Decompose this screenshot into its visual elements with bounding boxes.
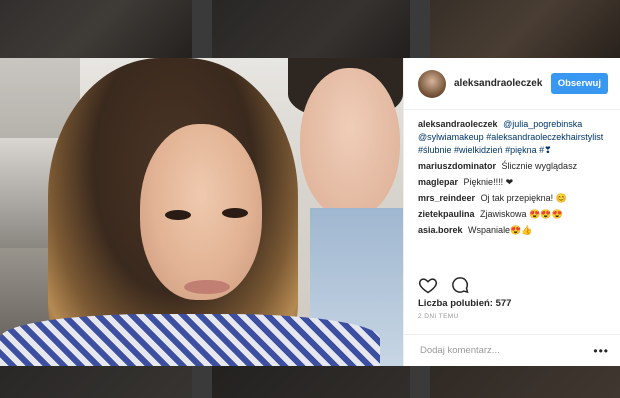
- post-side-panel: aleksandraoleczek Obserwuj aleksandraole…: [403, 58, 620, 366]
- comment-text: Zjawiskowa 😍😍😍: [480, 209, 563, 219]
- hashtag-link[interactable]: #wielkidzień: [454, 145, 503, 155]
- patterned-dress: [0, 314, 380, 366]
- background-photo-tile[interactable]: [430, 0, 620, 58]
- comment-icon[interactable]: [450, 275, 470, 295]
- comment-text: Pięknie!!!! ❤: [463, 177, 514, 187]
- comment-username[interactable]: mrs_reindeer: [418, 193, 475, 203]
- comment-username[interactable]: asia.borek: [418, 225, 463, 235]
- hashtag-link[interactable]: #❣: [539, 145, 552, 155]
- hashtag-link[interactable]: #ślubnie: [418, 145, 452, 155]
- comment-item: zietekpaulina Zjawiskowa 😍😍😍: [418, 208, 606, 221]
- background-photo-tile[interactable]: [212, 0, 410, 58]
- add-comment-bar: •••: [404, 334, 620, 366]
- comment-item: maglepar Pięknie!!!! ❤: [418, 176, 606, 189]
- mention-link[interactable]: @julia_pogrebinska: [503, 119, 582, 129]
- background-photo-tile[interactable]: [0, 366, 192, 398]
- post-header: aleksandraoleczek Obserwuj: [404, 58, 620, 110]
- comments-list: aleksandraoleczek @julia_pogrebinska @sy…: [404, 110, 620, 237]
- comment-text: Ślicznie wyglądasz: [501, 161, 578, 171]
- mention-link[interactable]: @sylwiamakeup: [418, 132, 484, 142]
- woman-eye-left: [165, 210, 191, 220]
- comment-username[interactable]: zietekpaulina: [418, 209, 475, 219]
- likes-count[interactable]: Liczba polubień: 577: [418, 298, 511, 309]
- heart-icon[interactable]: [418, 275, 438, 295]
- more-options-icon[interactable]: •••: [593, 344, 609, 358]
- add-comment-input[interactable]: [418, 344, 594, 357]
- woman-eye-right: [222, 208, 248, 218]
- comment-text: Oj tak przepiękna! 😊: [480, 193, 567, 203]
- comment-item: mrs_reindeer Oj tak przepiękna! 😊: [418, 192, 606, 205]
- caption: aleksandraoleczek @julia_pogrebinska @sy…: [418, 118, 606, 157]
- header-username[interactable]: aleksandraoleczek: [454, 78, 551, 89]
- friend-face: [300, 68, 400, 218]
- comment-text: Wspaniale😍👍: [468, 225, 533, 235]
- background-photo-tile[interactable]: [212, 366, 410, 398]
- comment-item: mariuszdominator Ślicznie wyglądasz: [418, 160, 606, 173]
- woman-lips: [184, 280, 230, 294]
- post-actions: [418, 275, 470, 295]
- avatar[interactable]: [418, 69, 446, 98]
- comment-username[interactable]: maglepar: [418, 177, 458, 187]
- hashtag-link[interactable]: #piękna: [505, 145, 537, 155]
- post-timestamp[interactable]: 2 DNI TEMU: [418, 313, 459, 320]
- caption-username[interactable]: aleksandraoleczek: [418, 119, 498, 129]
- comment-item: asia.borek Wspaniale😍👍: [418, 224, 606, 237]
- follow-button[interactable]: Obserwuj: [550, 73, 608, 94]
- background-photo-tile[interactable]: [0, 0, 192, 58]
- post-photo[interactable]: [0, 58, 403, 366]
- post-modal: aleksandraoleczek Obserwuj aleksandraole…: [0, 58, 620, 366]
- comment-username[interactable]: mariuszdominator: [418, 161, 496, 171]
- background-photo-tile[interactable]: [430, 366, 620, 398]
- hashtag-link[interactable]: #aleksandraoleczekhairstylist: [486, 132, 603, 142]
